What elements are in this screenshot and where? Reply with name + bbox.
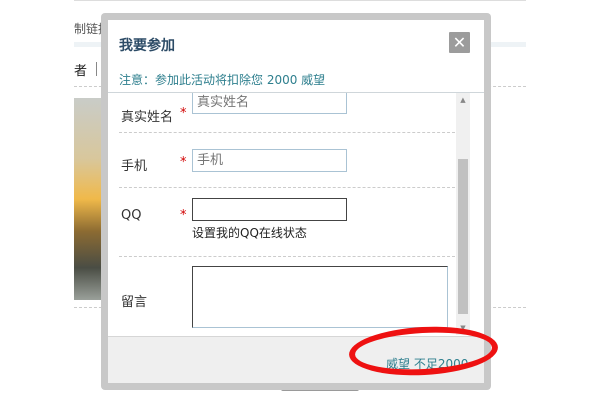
form-scrollbar[interactable]: ▲ ▼ — [456, 93, 470, 335]
join-form: 真实姓名 * 手机 * QQ * 设置我的QQ在线状态 留言 — [108, 93, 456, 335]
required-mark: * — [180, 155, 187, 170]
dialog-title: 我要参加 — [119, 38, 175, 54]
phone-field[interactable] — [192, 149, 347, 172]
required-mark: * — [180, 208, 187, 223]
dialog-notice: 注意：参加此活动将扣除您 2000 威望 — [119, 73, 326, 87]
qq-status-link[interactable]: 设置我的QQ在线状态 — [192, 224, 307, 241]
row-divider — [119, 187, 455, 188]
row-divider — [119, 132, 455, 133]
phone-label: 手机 — [121, 159, 148, 174]
scroll-up-icon[interactable]: ▲ — [456, 93, 470, 107]
qq-label: QQ — [121, 208, 142, 223]
background-tab-separator — [96, 62, 97, 76]
message-textarea[interactable] — [192, 266, 448, 328]
message-label: 留言 — [121, 295, 148, 310]
real-name-field[interactable] — [192, 93, 347, 114]
qq-field[interactable] — [192, 198, 347, 221]
close-icon[interactable]: ✕ — [449, 32, 470, 53]
name-label: 真实姓名 — [121, 110, 174, 125]
background-photo — [74, 98, 104, 300]
background-divider — [74, 0, 526, 1]
background-tab[interactable]: 者 — [74, 60, 87, 79]
required-mark: * — [180, 106, 187, 121]
scrollbar-thumb[interactable] — [458, 159, 468, 314]
row-divider — [119, 256, 455, 257]
